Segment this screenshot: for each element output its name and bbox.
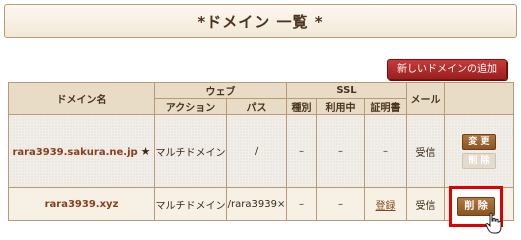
ssl-in-use-cell: – <box>316 187 365 221</box>
ssl-cert-cell: – <box>364 113 407 189</box>
header-cert: 証明書 <box>364 98 407 115</box>
path-cell: /rara3939× <box>226 187 287 221</box>
header-in-use: 利用中 <box>316 98 365 115</box>
table-row: rara3939.xyz マルチドメイン /rara3939× – – 登録 受… <box>8 186 514 221</box>
buttons-cell: 変 更 削 除 <box>444 113 514 189</box>
header-path: パス <box>226 98 287 115</box>
mail-cell: 受信 <box>406 113 445 189</box>
domain-table: ドメイン名 ウェブ SSL メール アクション パス 種別 利用中 証明書 ra… <box>8 82 514 221</box>
header-row-1: ドメイン名 ウェブ SSL メール <box>8 82 514 115</box>
domain-cell: rara3939.sakura.ne.jp ★ <box>8 113 155 189</box>
table-row: rara3939.sakura.ne.jp ★ マルチドメイン / – – – 受… <box>8 113 514 189</box>
header-buttons <box>444 82 514 115</box>
header-domain: ドメイン名 <box>8 82 155 115</box>
page-title: *ドメイン 一覧 * <box>197 12 324 31</box>
ssl-type-cell: – <box>286 187 317 221</box>
hand-pointer-icon <box>485 212 502 234</box>
page-title-box: *ドメイン 一覧 * <box>4 4 517 38</box>
action-cell: マルチドメイン <box>154 113 227 189</box>
path-cell: / <box>226 113 287 189</box>
domain-name[interactable]: rara3939.sakura.ne.jp <box>12 147 137 158</box>
ssl-cert-cell: 登録 <box>364 187 407 221</box>
header-ssl: SSL <box>286 82 407 99</box>
domain-name[interactable]: rara3939.xyz <box>45 199 119 210</box>
domain-cell: rara3939.xyz <box>8 187 155 221</box>
ssl-type-cell: – <box>286 113 317 189</box>
mail-cell: 受信 <box>406 187 445 221</box>
action-cell: マルチドメイン <box>154 187 227 221</box>
header-type: 種別 <box>286 98 317 115</box>
ssl-in-use-cell: – <box>316 113 365 189</box>
star-icon: ★ <box>140 144 151 158</box>
delete-button-disabled: 削 除 <box>462 152 496 169</box>
header-action: アクション <box>154 98 227 115</box>
add-domain-button[interactable]: 新しいドメインの追加 <box>387 59 507 80</box>
header-mail: メール <box>406 82 445 115</box>
cert-register-link[interactable]: 登録 <box>376 201 396 212</box>
header-web: ウェブ <box>154 82 287 99</box>
change-button[interactable]: 変 更 <box>462 133 496 150</box>
